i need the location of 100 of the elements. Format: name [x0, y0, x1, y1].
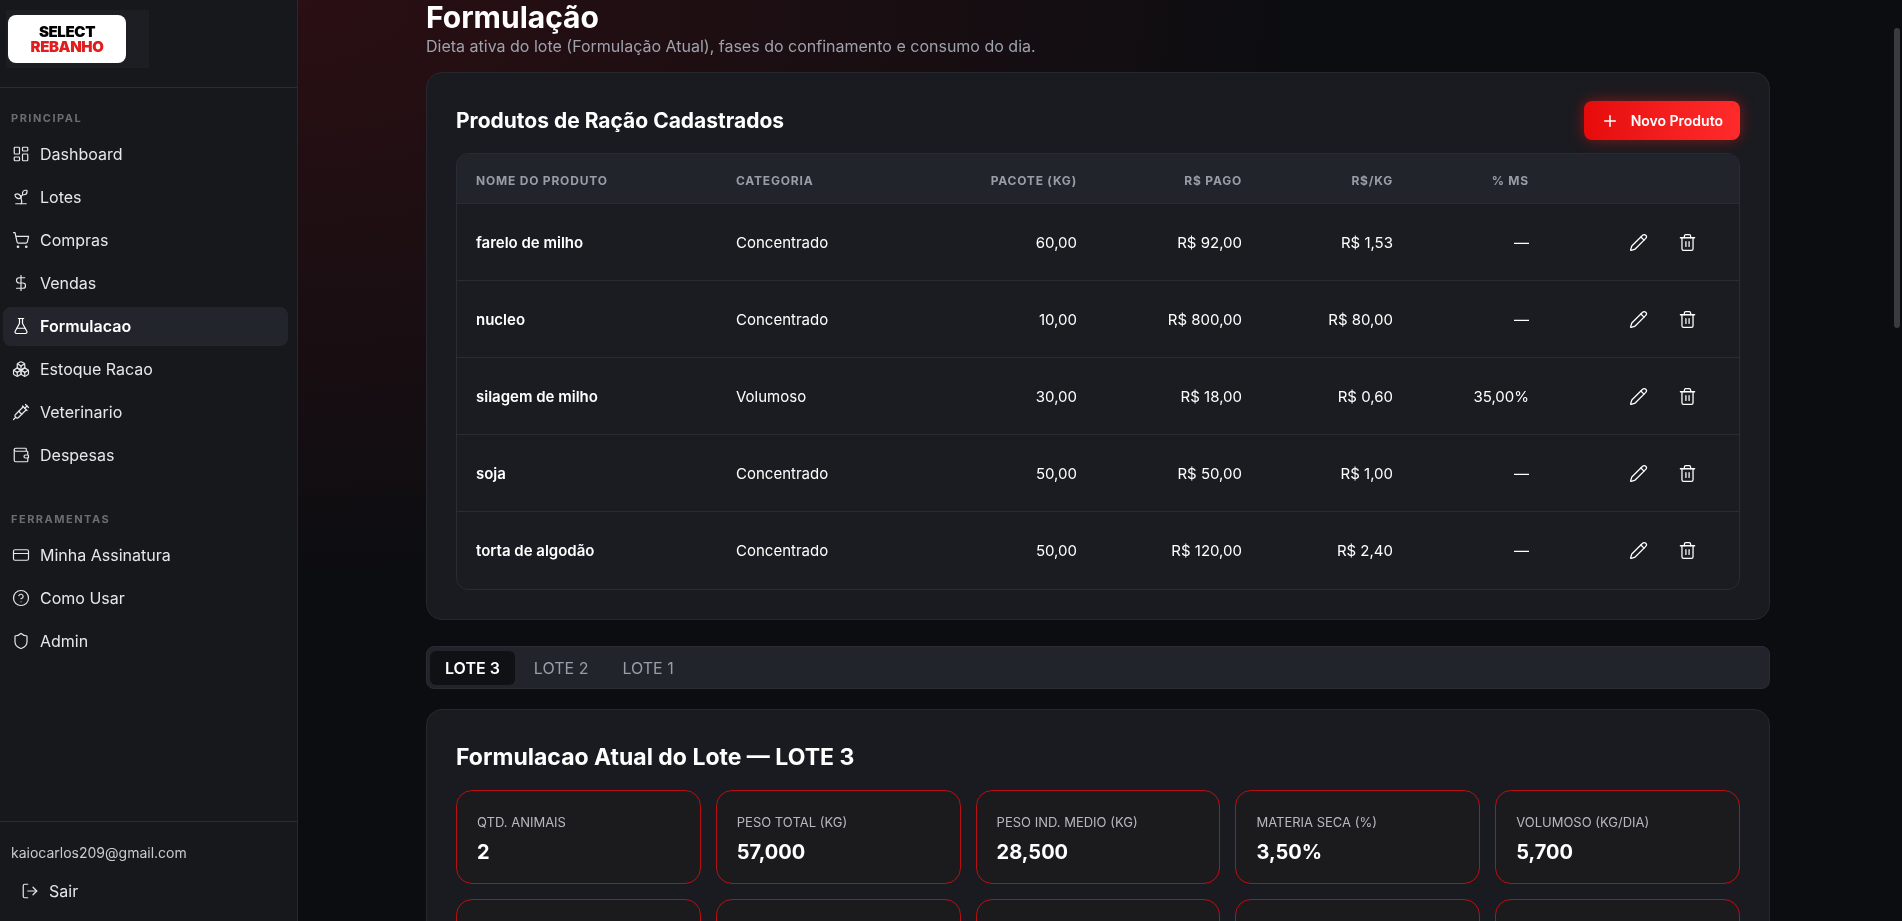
- sidebar-item[interactable]: Admin: [3, 621, 288, 660]
- table-cell: R$ 120,00: [1171, 541, 1242, 561]
- sprout-icon: [12, 188, 30, 206]
- wallet-icon: [12, 446, 30, 464]
- page-title: Formulação: [426, 0, 600, 34]
- edit-button[interactable]: [1628, 308, 1649, 330]
- sidebar-item[interactable]: Estoque Racao: [3, 349, 288, 389]
- sidebar-item[interactable]: Despesas: [3, 435, 288, 475]
- table-cell: 50,00: [1035, 463, 1077, 483]
- new-product-button[interactable]: Novo Produto: [1583, 101, 1740, 140]
- table-cell: Volumoso: [736, 386, 807, 406]
- stat-value: 57,000: [736, 839, 807, 866]
- page-subtitle: Dieta ativa do lote (Formulação Atual), fases do confinamento e consumo do dia.: [426, 35, 1037, 58]
- table-cell: Concentrado: [736, 463, 829, 483]
- lot-tab[interactable]: LOTE 3: [430, 650, 515, 685]
- edit-button[interactable]: [1628, 231, 1649, 253]
- pencil-icon: [1629, 463, 1648, 483]
- table-cell: R$ 80,00: [1328, 309, 1393, 329]
- sidebar-item[interactable]: Dashboard: [3, 134, 288, 174]
- sidebar-item[interactable]: Compras: [3, 220, 288, 260]
- table-cell: R$ 2,40: [1336, 541, 1393, 561]
- dashboard-icon: [12, 145, 30, 163]
- cart-icon: [12, 231, 30, 249]
- help-icon: [12, 588, 30, 607]
- trash-icon: [1678, 232, 1697, 252]
- edit-button[interactable]: [1628, 462, 1649, 484]
- stat-value: 2: [477, 839, 491, 866]
- lot-tab[interactable]: LOTE 2: [518, 650, 604, 685]
- stat-value: 3,50%: [1256, 839, 1323, 866]
- column-header: R$/KG: [1351, 172, 1393, 188]
- table-cell: 30,00: [1035, 386, 1077, 406]
- user-email: kaiocarlos209@gmail.com: [11, 843, 188, 863]
- trash-icon: [1678, 309, 1697, 329]
- stat-label: PESO IND. MEDIO (KG): [996, 812, 1139, 832]
- stat-label: PESO TOTAL (KG): [736, 812, 849, 832]
- table-cell: torta de algodão: [476, 541, 595, 561]
- boxes-icon: [12, 360, 30, 378]
- table-cell: R$ 18,00: [1180, 386, 1242, 406]
- column-header: NOME DO PRODUTO: [476, 172, 608, 188]
- card-title: Formulacao Atual do Lote — LOTE 3: [456, 742, 856, 773]
- stat-value: 5,700: [1516, 839, 1574, 866]
- trash-icon: [1678, 541, 1697, 560]
- logout-icon: [21, 882, 39, 900]
- flask-icon: [12, 317, 30, 335]
- logo-text: SELECT: [38, 24, 96, 39]
- sidebar-item[interactable]: Vendas: [3, 263, 288, 303]
- table-cell: —: [1514, 232, 1529, 252]
- column-header: PACOTE (KG): [990, 172, 1077, 188]
- table-cell: R$ 800,00: [1167, 309, 1242, 329]
- delete-button[interactable]: [1677, 231, 1698, 253]
- delete-button[interactable]: [1677, 540, 1698, 561]
- logout-button[interactable]: Sair: [11, 875, 89, 907]
- stat-value: 28,500: [996, 839, 1070, 866]
- sidebar-item[interactable]: Lotes: [3, 177, 288, 217]
- table-cell: R$ 50,00: [1177, 463, 1242, 483]
- trash-icon: [1678, 386, 1697, 406]
- pencil-icon: [1629, 541, 1648, 560]
- table-cell: soja: [476, 463, 506, 483]
- table-cell: Concentrado: [736, 232, 829, 252]
- table-cell: R$ 1,53: [1340, 232, 1393, 252]
- sidebar-item[interactable]: Minha Assinatura: [3, 535, 288, 574]
- delete-button[interactable]: [1677, 385, 1698, 407]
- table-cell: —: [1514, 309, 1529, 329]
- section-heading: PRINCIPAL: [10, 110, 84, 127]
- table-cell: —: [1514, 463, 1529, 483]
- stat-label: QTD. ANIMAIS: [477, 812, 567, 832]
- stat-label: MATERIA SECA (%): [1256, 812, 1378, 832]
- sidebar-item[interactable]: Veterinario: [3, 392, 288, 432]
- pencil-icon: [1629, 386, 1648, 406]
- sidebar-item[interactable]: Como Usar: [3, 578, 288, 617]
- card-title: Produtos de Ração Cadastrados: [456, 106, 785, 135]
- logo-text: REBANHO: [30, 39, 104, 54]
- table-cell: 60,00: [1035, 232, 1077, 252]
- table-cell: R$ 92,00: [1177, 232, 1242, 252]
- column-header: % MS: [1491, 172, 1529, 188]
- table-cell: 35,00%: [1473, 386, 1529, 406]
- column-header: CATEGORIA: [736, 172, 814, 188]
- table-cell: 50,00: [1035, 541, 1077, 561]
- table-cell: 10,00: [1038, 309, 1077, 329]
- stat-label: VOLUMOSO (KG/DIA): [1516, 812, 1651, 832]
- table-cell: —: [1514, 541, 1529, 561]
- section-heading: FERRAMENTAS: [10, 510, 112, 527]
- table-cell: R$ 0,60: [1337, 386, 1393, 406]
- syringe-icon: [12, 403, 30, 421]
- table-cell: silagem de milho: [476, 386, 598, 406]
- edit-button[interactable]: [1628, 540, 1649, 561]
- pencil-icon: [1629, 309, 1648, 329]
- sidebar-item[interactable]: Formulacao: [3, 306, 288, 346]
- lot-tab[interactable]: LOTE 1: [607, 650, 689, 685]
- pencil-icon: [1629, 232, 1648, 252]
- table-cell: Concentrado: [736, 309, 829, 329]
- table-cell: R$ 1,00: [1340, 463, 1393, 483]
- column-header: R$ PAGO: [1184, 172, 1242, 188]
- delete-button[interactable]: [1677, 462, 1698, 484]
- edit-button[interactable]: [1628, 385, 1649, 407]
- table-cell: nucleo: [476, 309, 526, 329]
- delete-button[interactable]: [1677, 308, 1698, 330]
- table-cell: Concentrado: [736, 541, 829, 561]
- table-cell: farelo de milho: [476, 232, 584, 252]
- shield-icon: [12, 631, 30, 650]
